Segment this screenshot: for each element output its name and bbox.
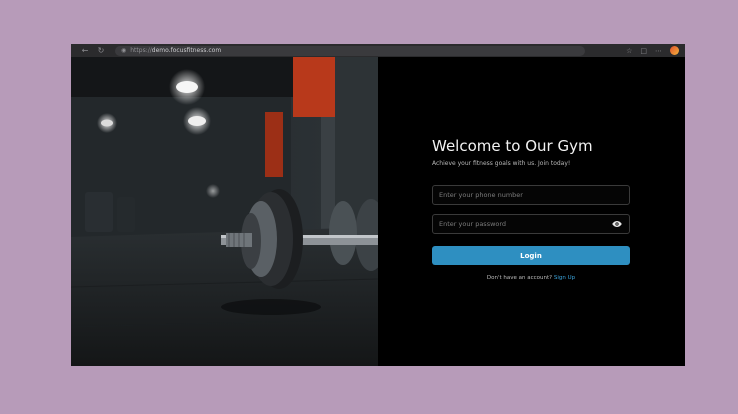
page-viewport: Welcome to Our Gym Achieve your fitness … bbox=[71, 57, 685, 366]
lock-icon: ◉ bbox=[121, 47, 127, 54]
eye-icon[interactable] bbox=[611, 218, 623, 230]
password-input[interactable] bbox=[439, 220, 611, 228]
password-field[interactable] bbox=[432, 214, 630, 234]
bookmark-star-icon[interactable]: ☆ bbox=[626, 47, 632, 55]
url-host: demo.focusfitness.com bbox=[151, 47, 222, 54]
page-subtitle: Achieve your fitness goals with us. Join… bbox=[432, 160, 571, 167]
more-menu-icon[interactable]: ⋯ bbox=[655, 47, 662, 55]
page-title: Welcome to Our Gym bbox=[432, 137, 593, 155]
signup-prompt: Don't have an account? Sign Up bbox=[432, 275, 630, 281]
login-panel: Welcome to Our Gym Achieve your fitness … bbox=[378, 57, 685, 366]
sign-up-link[interactable]: Sign Up bbox=[554, 275, 575, 281]
browser-toolbar: ← ↻ ◉ https://demo.focusfitness.com ☆ □ … bbox=[71, 44, 685, 57]
profile-avatar[interactable] bbox=[670, 46, 679, 55]
hero-image bbox=[71, 57, 378, 366]
phone-input[interactable] bbox=[439, 191, 623, 199]
login-button[interactable]: Login bbox=[432, 246, 630, 265]
address-bar[interactable]: ◉ https://demo.focusfitness.com bbox=[115, 45, 585, 56]
gym-dumbbell-illustration bbox=[71, 57, 378, 366]
extensions-icon[interactable]: □ bbox=[640, 47, 647, 55]
phone-field[interactable] bbox=[432, 185, 630, 205]
no-account-text: Don't have an account? bbox=[486, 275, 553, 281]
url-prefix: https:// bbox=[130, 47, 152, 54]
reload-icon[interactable]: ↻ bbox=[93, 46, 109, 55]
back-icon[interactable]: ← bbox=[77, 46, 93, 55]
